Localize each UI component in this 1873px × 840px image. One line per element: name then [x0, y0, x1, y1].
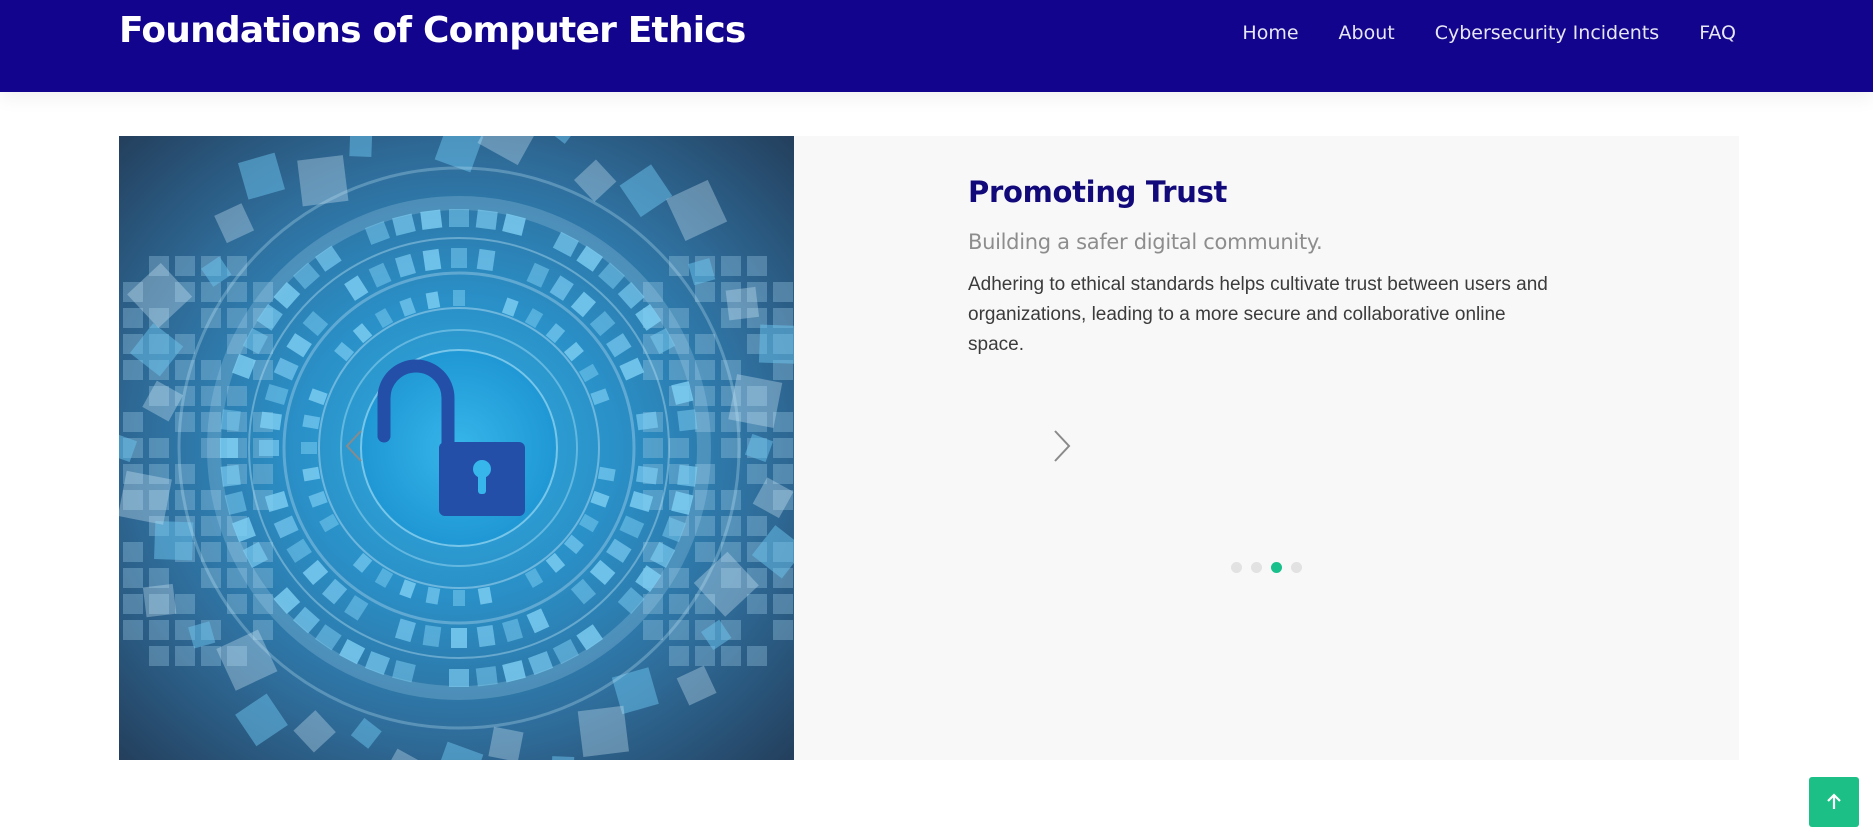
back-to-top-button[interactable]	[1809, 777, 1859, 827]
site-header: Foundations of Computer Ethics Home Abou…	[0, 0, 1873, 92]
slider-dot[interactable]	[1251, 562, 1262, 573]
slider-pagination	[1231, 562, 1302, 573]
unlocked-padlock-cyber-icon	[119, 136, 794, 760]
nav-about[interactable]: About	[1339, 22, 1395, 44]
arrow-up-icon	[1827, 793, 1841, 809]
slider-dot[interactable]	[1271, 562, 1282, 573]
site-title[interactable]: Foundations of Computer Ethics	[119, 10, 746, 51]
slide-heading: Promoting Trust	[968, 175, 1228, 209]
slider-dot[interactable]	[1231, 562, 1242, 573]
slider-dot[interactable]	[1291, 562, 1302, 573]
nav-home[interactable]: Home	[1242, 22, 1298, 44]
slide-content: Promoting Trust Building a safer digital…	[968, 175, 1548, 360]
chevron-right-icon[interactable]	[1047, 426, 1077, 466]
slide-body-text: Adhering to ethical standards helps cult…	[968, 274, 1548, 355]
main-nav: Home About Cybersecurity Incidents FAQ	[1242, 22, 1736, 44]
slide-subtitle: Building a safer digital community.	[968, 230, 1323, 254]
chevron-left-icon[interactable]	[339, 426, 369, 466]
slide-image	[119, 136, 794, 760]
nav-faq[interactable]: FAQ	[1699, 22, 1736, 44]
nav-cybersecurity-incidents[interactable]: Cybersecurity Incidents	[1435, 22, 1659, 44]
